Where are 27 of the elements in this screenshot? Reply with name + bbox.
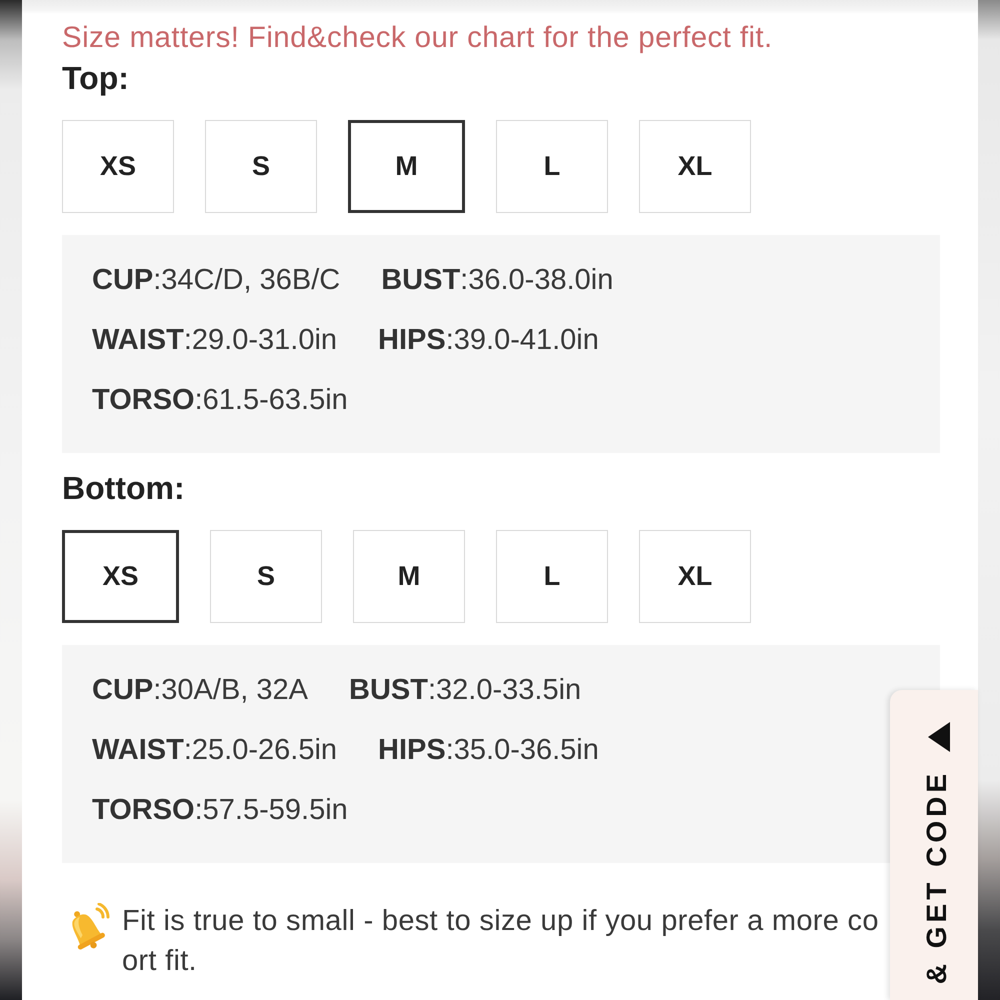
fit-note-text: ort fit. — [122, 945, 197, 977]
size-option[interactable]: S — [205, 120, 317, 213]
measurement-text: HIPS:35.0-36.5in — [378, 733, 599, 767]
fit-note-text: Fit is true to small - best to size up if you prefer a more co — [122, 905, 879, 937]
size-option[interactable]: L — [496, 530, 608, 623]
size-option[interactable]: M — [353, 530, 465, 623]
size-option[interactable]: XL — [639, 120, 751, 213]
measurement-text: HIPS:39.0-41.0in — [378, 323, 599, 357]
section-heading: Top: — [62, 59, 129, 98]
measurement-text: TORSO:61.5-63.5in — [92, 383, 348, 417]
caret-icon — [928, 722, 950, 752]
measurement-text: WAIST:29.0-31.0in — [92, 323, 338, 357]
promo-tab[interactable]: & GET CODE — [890, 690, 978, 1000]
measurement-text: BUST:32.0-33.5in — [349, 673, 582, 707]
section-heading: Bottom: — [62, 469, 185, 508]
size-option[interactable]: XL — [639, 530, 751, 623]
size-option[interactable]: XS — [62, 120, 174, 213]
measurement-text: BUST:36.0-38.0in — [381, 263, 614, 297]
size-option[interactable]: S — [210, 530, 322, 623]
measurement-text: WAIST:25.0-26.5in — [92, 733, 338, 767]
size-hint-text: Size matters! Find&check our chart for the perfect fit. — [62, 21, 773, 55]
size-option[interactable]: L — [496, 120, 608, 213]
measurement-text: CUP:30A/B, 32A — [92, 673, 308, 707]
measurement-text: CUP:34C/D, 36B/C — [92, 263, 340, 297]
measurement-text: TORSO:57.5-59.5in — [92, 793, 348, 827]
size-option[interactable]: M — [348, 120, 465, 213]
size-option[interactable]: XS — [62, 530, 179, 623]
